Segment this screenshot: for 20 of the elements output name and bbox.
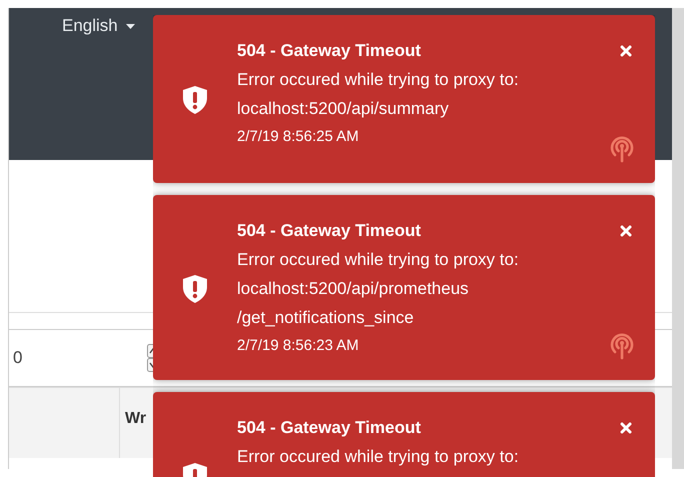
language-dropdown[interactable]: English: [62, 16, 135, 36]
toast-time: 2/7/19 8:56:25 AM: [237, 127, 360, 147]
toast-url: localhost:5200/api/prometheus: [237, 278, 470, 300]
toast-message: Error occured while trying to proxy to:: [237, 69, 520, 91]
toast-url: localhost:5200/api/summary: [237, 98, 450, 120]
close-icon[interactable]: [620, 45, 632, 57]
column-header: Wr: [124, 409, 146, 429]
shield-alert-icon: [183, 86, 207, 114]
caret-icon: [126, 24, 135, 28]
toast-title: 504 - Gateway Timeout: [237, 220, 422, 242]
toast-time: 2/7/19 8:56:23 AM: [237, 336, 360, 356]
toast-title: 504 - Gateway Timeout: [237, 40, 422, 62]
close-icon[interactable]: [620, 225, 632, 237]
close-icon[interactable]: [620, 422, 632, 434]
toast-message: Error occured while trying to proxy to:: [237, 446, 520, 468]
toast-title: 504 - Gateway Timeout: [237, 417, 422, 439]
toast-message: Error occured while trying to proxy to:: [237, 249, 520, 271]
toast-url: /get_notifications_since: [237, 307, 415, 329]
shield-alert-icon: [183, 274, 207, 302]
input-value: 0: [13, 348, 22, 368]
